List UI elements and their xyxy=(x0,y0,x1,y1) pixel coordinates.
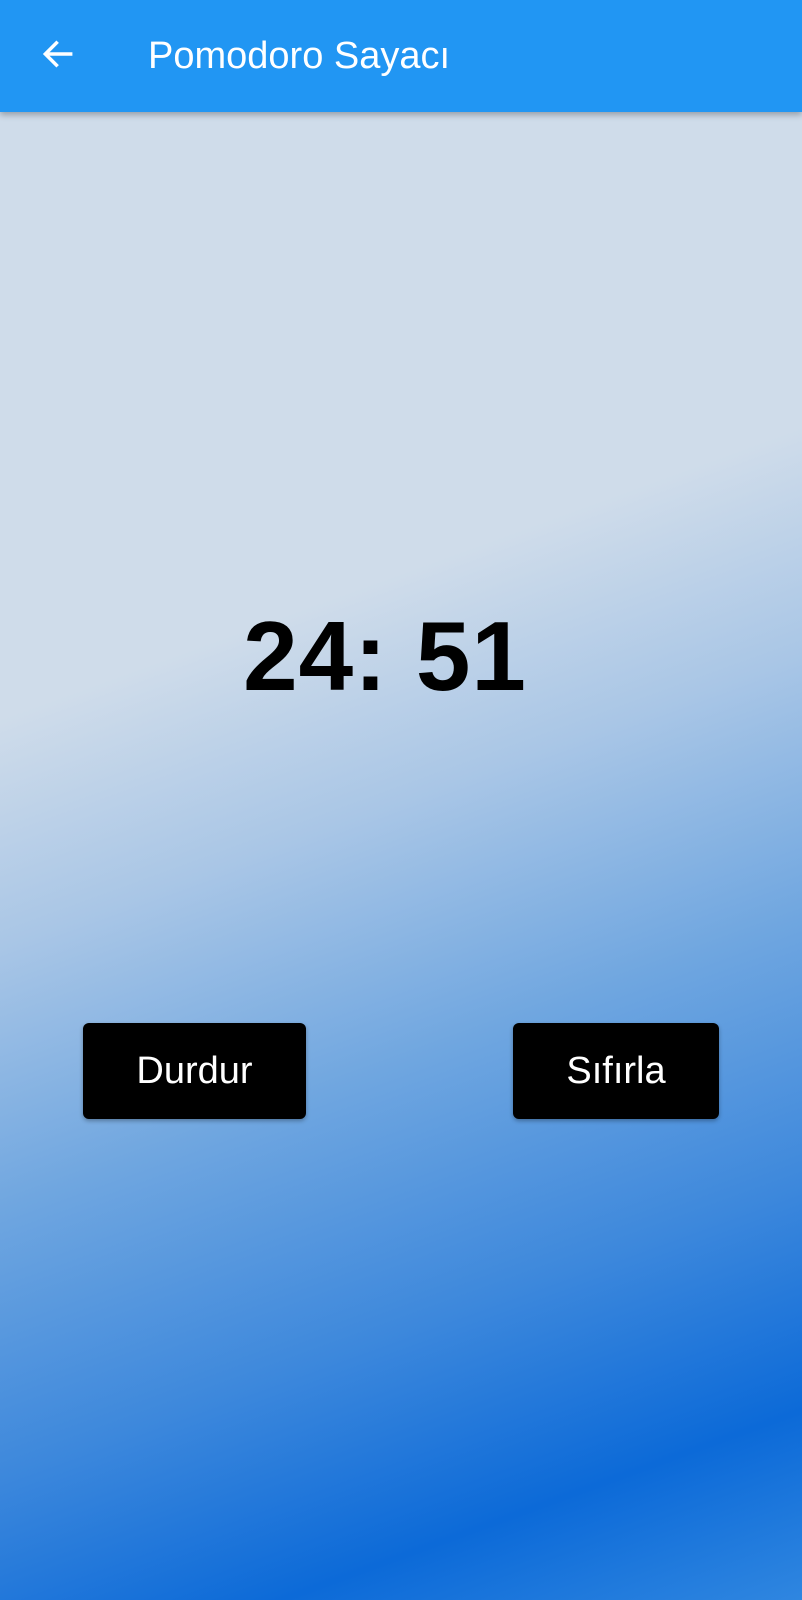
stop-button[interactable]: Durdur xyxy=(83,1023,306,1119)
arrow-left-icon xyxy=(39,35,77,78)
page-title: Pomodoro Sayacı xyxy=(148,35,451,77)
back-button[interactable] xyxy=(28,26,88,86)
reset-button[interactable]: Sıfırla xyxy=(513,1023,719,1119)
app-bar: Pomodoro Sayacı xyxy=(0,0,802,112)
timer-display: 24: 51 xyxy=(243,601,527,711)
pomodoro-screen: Pomodoro Sayacı 24: 51 Durdur Sıfırla xyxy=(0,0,802,1600)
